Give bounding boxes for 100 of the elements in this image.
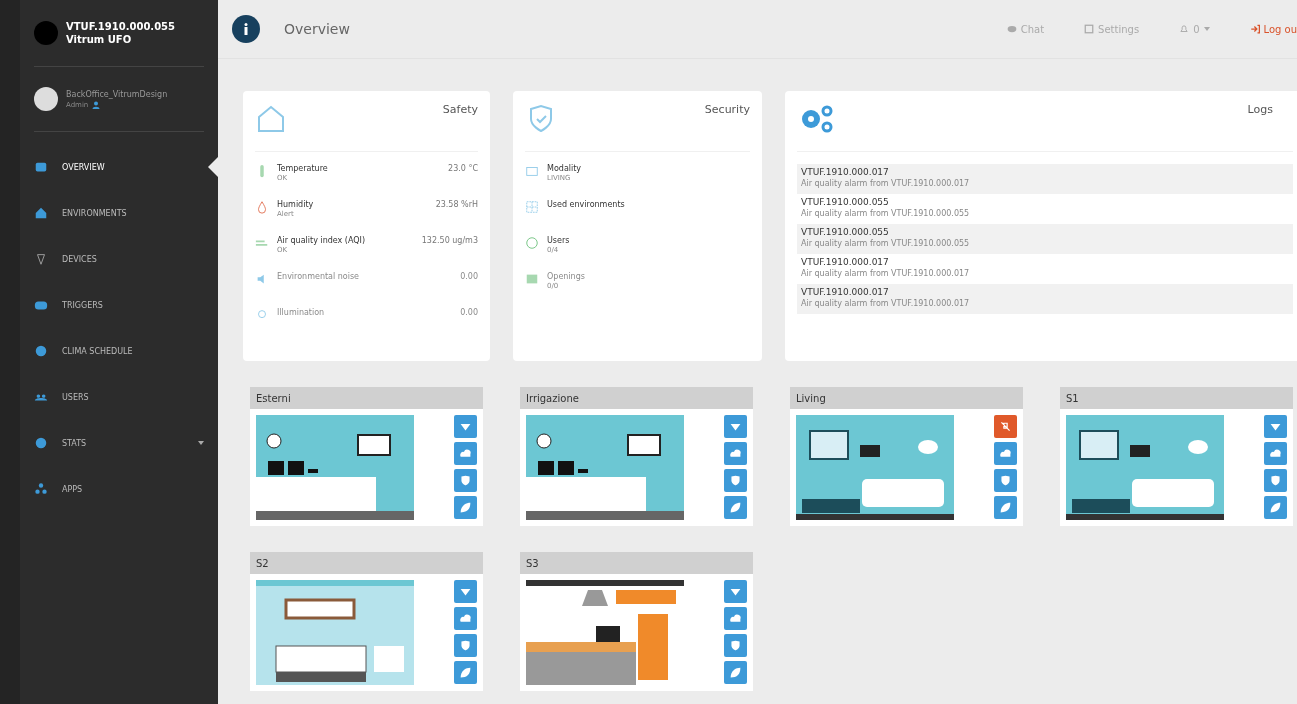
- status-button[interactable]: [1264, 415, 1287, 438]
- environment-title[interactable]: Living: [790, 387, 1023, 409]
- cloud-icon: [459, 447, 472, 460]
- card-title: Security: [704, 103, 750, 116]
- leaf-button[interactable]: [724, 496, 747, 519]
- status-button[interactable]: [994, 415, 1017, 438]
- leaf-icon: [999, 501, 1012, 514]
- sensor-label: Air quality index (AQI): [277, 236, 367, 245]
- home-icon: [34, 206, 48, 220]
- log-device: VTUF.1910.000.055: [801, 197, 890, 207]
- log-message: Air quality alarm from VTUF.1910.000.055: [801, 239, 971, 248]
- leaf-button[interactable]: [1264, 496, 1287, 519]
- environment-title[interactable]: Esterni: [250, 387, 483, 409]
- shield-button[interactable]: [454, 469, 477, 492]
- log-device: VTUF.1910.000.055: [801, 227, 890, 237]
- shield-icon: [729, 474, 742, 487]
- nav-item[interactable]: TRIGGERS: [34, 282, 204, 328]
- security-label: Modality: [547, 164, 583, 173]
- sensor-value: 132.50 ug/m3: [421, 236, 478, 245]
- logo-icon: [34, 21, 58, 45]
- logout-icon: [1249, 24, 1260, 34]
- logout-link[interactable]: Log ou: [1249, 23, 1297, 35]
- cloud-icon: [729, 447, 742, 460]
- leaf-button[interactable]: [454, 496, 477, 519]
- environment-title[interactable]: S1: [1060, 387, 1293, 409]
- shield-button[interactable]: [454, 634, 477, 657]
- cloud-button[interactable]: [454, 442, 477, 465]
- apps-icon: [34, 482, 48, 496]
- shield-button[interactable]: [994, 469, 1017, 492]
- nav-item[interactable]: APPS: [34, 466, 204, 512]
- leaf-icon: [729, 501, 742, 514]
- device-code: VTUF.1910.000.055: [66, 21, 176, 32]
- shield-button[interactable]: [724, 469, 747, 492]
- shield-icon: [729, 639, 742, 652]
- status-button[interactable]: [454, 580, 477, 603]
- shield-icon: [459, 474, 472, 487]
- cloud-button[interactable]: [724, 607, 747, 630]
- leaf-button[interactable]: [454, 661, 477, 684]
- log-row[interactable]: VTUF.1910.000.017 Air quality alarm from VTUF.1910.000.017: [797, 284, 1293, 314]
- nav-item[interactable]: USERS: [34, 374, 204, 420]
- security-label: Openings: [547, 272, 586, 281]
- nav-item[interactable]: CLIMA SCHEDULE: [34, 328, 204, 374]
- log-device: VTUF.1910.000.017: [801, 287, 890, 297]
- info-icon[interactable]: [232, 15, 260, 43]
- chat-bubble-icon: [1006, 24, 1017, 34]
- caret-icon: [1203, 26, 1210, 32]
- bell-icon: [1179, 24, 1190, 34]
- leaf-icon: [729, 666, 742, 679]
- environment-title[interactable]: S3: [520, 552, 753, 574]
- sensor-value: 0.00: [460, 308, 478, 317]
- leaf-icon: [1269, 501, 1282, 514]
- nav-item[interactable]: DEVICES: [34, 236, 204, 282]
- log-row[interactable]: VTUF.1910.000.055 Air quality alarm from VTUF.1910.000.055: [797, 224, 1293, 254]
- log-device: VTUF.1910.000.017: [801, 167, 890, 177]
- cloud-button[interactable]: [994, 442, 1017, 465]
- nav-item[interactable]: ENVIRONMENTS: [34, 190, 204, 236]
- pin-icon: [34, 252, 48, 266]
- device-name: Vitrum UFO: [66, 34, 133, 45]
- log-message: Air quality alarm from VTUF.1910.000.017: [801, 269, 971, 278]
- shield-icon: [999, 474, 1012, 487]
- status-button[interactable]: [454, 415, 477, 438]
- nav-item[interactable]: STATS: [34, 420, 204, 466]
- cloud-button[interactable]: [1264, 442, 1287, 465]
- sensor-value: 23.0 °C: [448, 164, 478, 173]
- cloud-button[interactable]: [724, 442, 747, 465]
- cloud-icon: [459, 612, 472, 625]
- sensor-label: Environmental noise: [277, 272, 361, 281]
- log-row[interactable]: VTUF.1910.000.017 Air quality alarm from VTUF.1910.000.017: [797, 164, 1293, 194]
- settings-icon: [1084, 24, 1095, 34]
- log-message: Air quality alarm from VTUF.1910.000.055: [801, 209, 971, 218]
- cloud-icon: [999, 447, 1012, 460]
- grid-icon: [525, 200, 539, 214]
- crossed-out-icon: [999, 420, 1012, 433]
- user-name: BackOffice_VitrumDesign: [66, 89, 168, 99]
- shield-button[interactable]: [724, 634, 747, 657]
- sensor-label: Temperature: [277, 164, 329, 173]
- leaf-button[interactable]: [994, 496, 1017, 519]
- leaf-icon: [459, 666, 472, 679]
- shield-icon: [1269, 474, 1282, 487]
- shield-button[interactable]: [1264, 469, 1287, 492]
- shield-icon: [459, 639, 472, 652]
- cloud-button[interactable]: [454, 607, 477, 630]
- page-title: Overview: [284, 21, 351, 37]
- status-button[interactable]: [724, 415, 747, 438]
- avatar: [34, 87, 58, 111]
- cloud-icon: [1269, 447, 1282, 460]
- log-device: VTUF.1910.000.017: [801, 257, 890, 267]
- status-button[interactable]: [724, 580, 747, 603]
- log-message: Air quality alarm from VTUF.1910.000.017: [801, 179, 971, 188]
- card-title: Safety: [442, 103, 478, 116]
- cloud-icon: [729, 612, 742, 625]
- sensor-label: Illumination: [277, 308, 326, 317]
- security-label: Users: [547, 236, 571, 245]
- log-message: Air quality alarm from VTUF.1910.000.017: [801, 299, 971, 308]
- leaf-icon: [459, 501, 472, 514]
- sensor-value: 23.58 %rH: [435, 200, 478, 209]
- environment-title[interactable]: Irrigazione: [520, 387, 753, 409]
- house-icon: [255, 103, 287, 135]
- environment-title[interactable]: S2: [250, 552, 483, 574]
- leaf-button[interactable]: [724, 661, 747, 684]
